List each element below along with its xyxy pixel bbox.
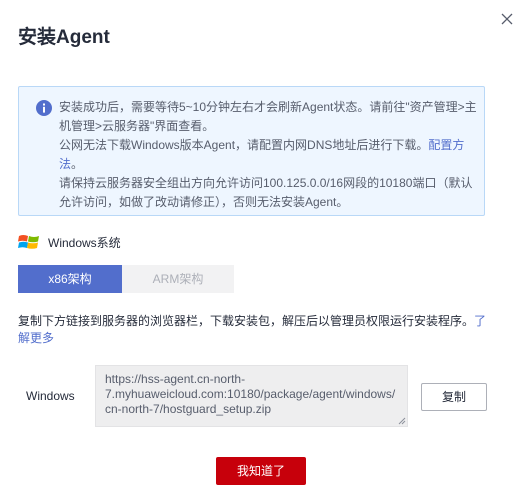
architecture-tabs: x86架构 ARM架构	[18, 265, 234, 293]
notice-text: 安装成功后，需要等待5~10分钟左右才会刷新Agent状态。请前往"资产管理>主…	[59, 98, 479, 212]
os-heading: Windows系统	[18, 233, 121, 251]
notice-line-1: 安装成功后，需要等待5~10分钟左右才会刷新Agent状态。请前往"资产管理>主…	[59, 100, 477, 133]
notice-line-2: 公网无法下载Windows版本Agent，请配置内网DNS地址后进行下载。	[59, 138, 429, 152]
info-icon	[36, 100, 52, 116]
resize-grip-icon[interactable]	[398, 417, 406, 425]
notice-line-3: 请保持云服务器安全组出方向允许访问100.125.0.0/16网段的10180端…	[59, 176, 473, 209]
tab-x86[interactable]: x86架构	[18, 265, 122, 293]
os-label: Windows系统	[48, 235, 121, 250]
download-url-field[interactable]: https://hss-agent.cn-north-7.myhuaweiclo…	[95, 365, 408, 427]
tab-arm[interactable]: ARM架构	[122, 265, 234, 293]
windows-icon	[18, 235, 39, 249]
got-it-button[interactable]: 我知道了	[216, 457, 306, 485]
close-icon[interactable]	[500, 12, 514, 26]
copy-button[interactable]: 复制	[421, 383, 487, 411]
info-notice: 安装成功后，需要等待5~10分钟左右才会刷新Agent状态。请前往"资产管理>主…	[18, 86, 485, 216]
dialog-title: 安装Agent	[18, 27, 110, 48]
notice-line-2-suffix: 。	[71, 157, 84, 171]
install-agent-dialog: 安装Agent 安装成功后，需要等待5~10分钟左右才会刷新Agent状态。请前…	[0, 0, 521, 490]
instruction-body: 复制下方链接到服务器的浏览器栏，下载安装包，解压后以管理员权限运行安装程序。	[18, 314, 475, 328]
download-os-label: Windows	[26, 389, 75, 403]
instruction-text: 复制下方链接到服务器的浏览器栏，下载安装包，解压后以管理员权限运行安装程序。了解…	[18, 313, 493, 347]
